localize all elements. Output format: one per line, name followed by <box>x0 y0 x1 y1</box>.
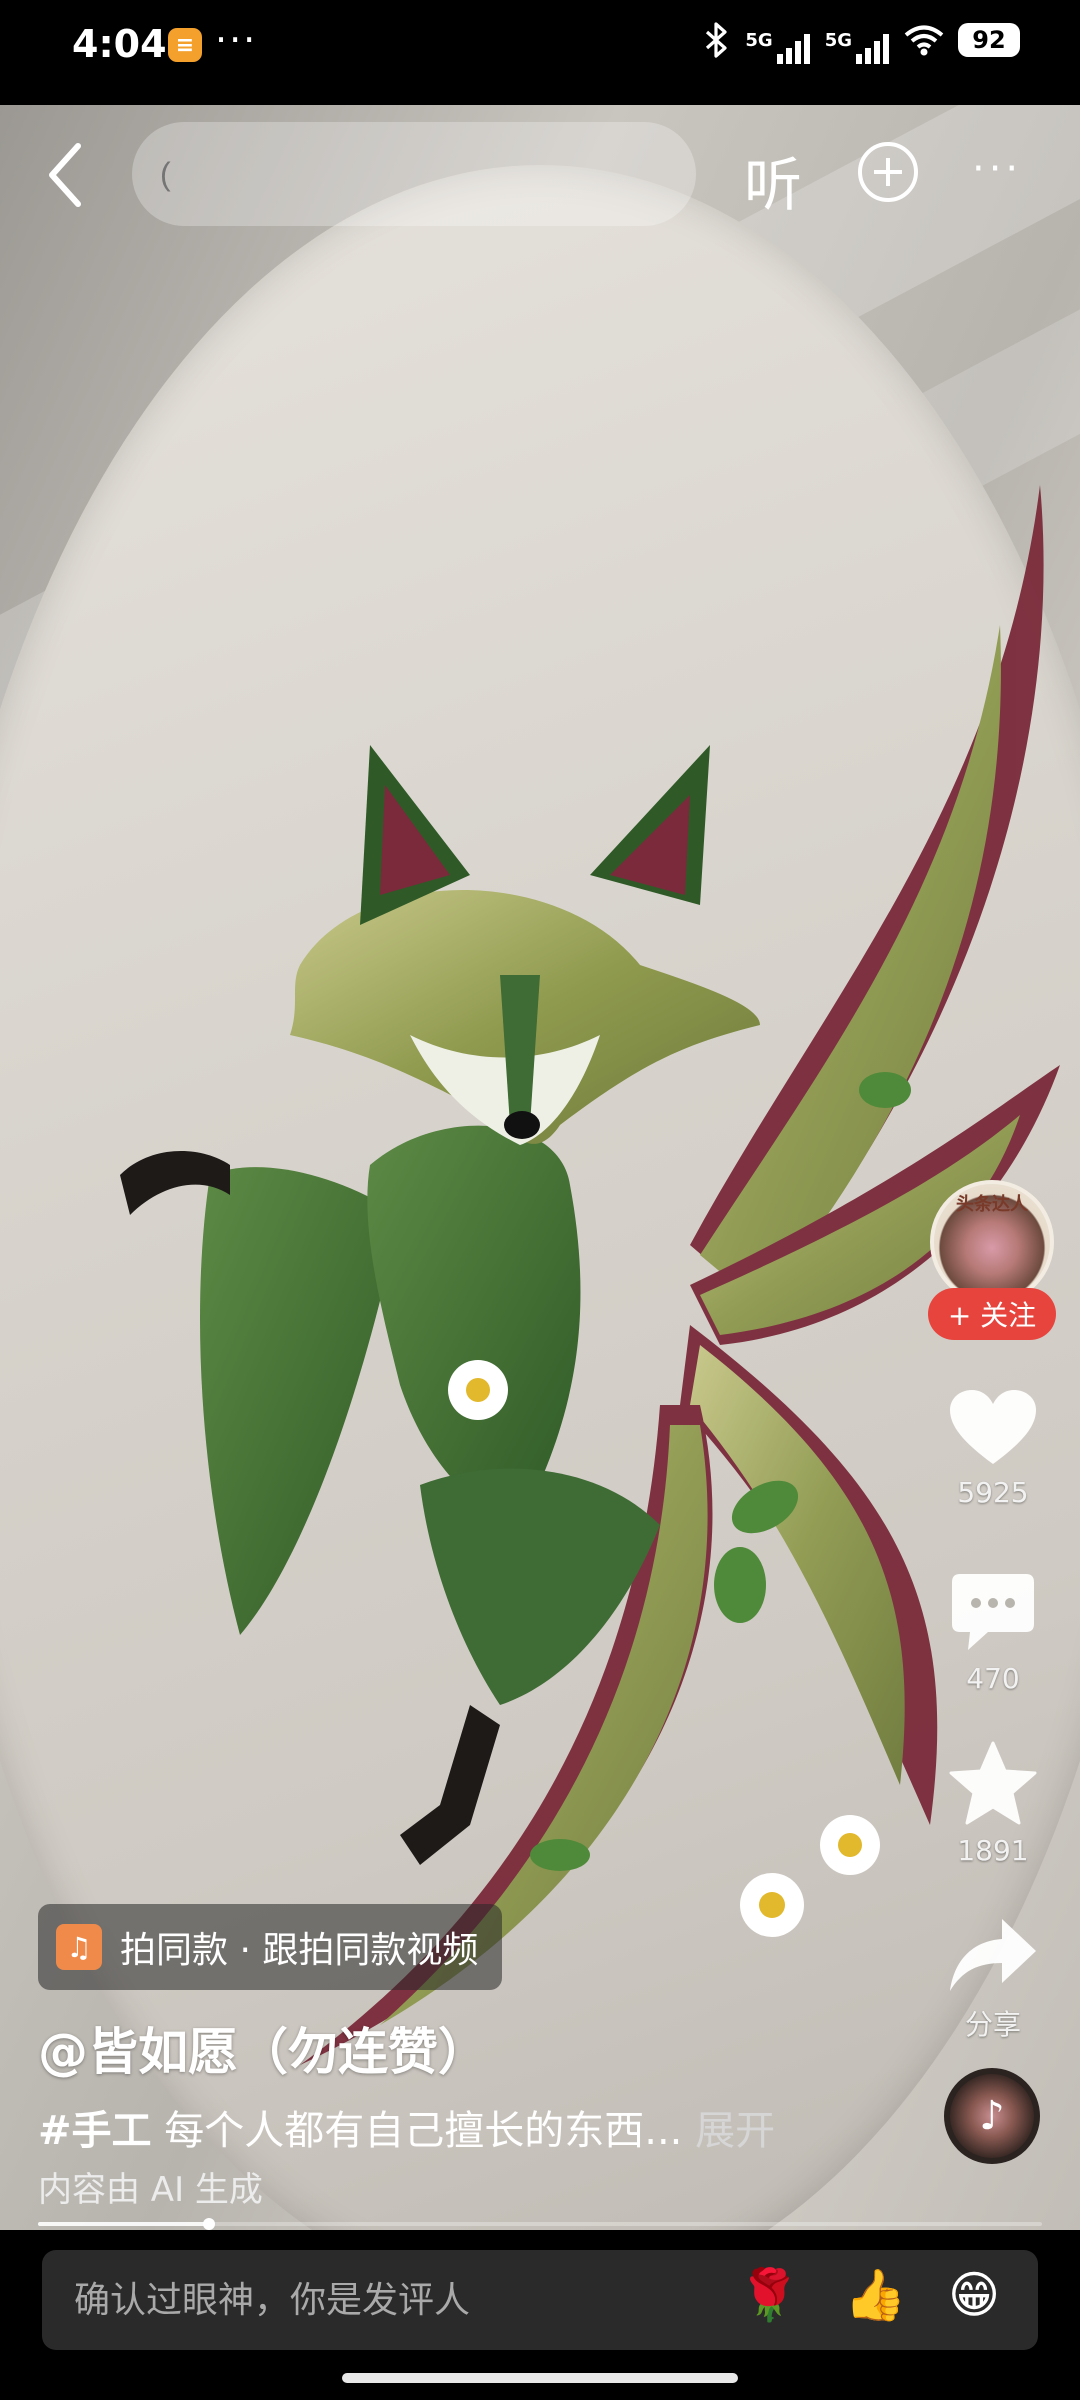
wifi-icon <box>904 25 944 56</box>
follow-button[interactable]: + 关注 <box>928 1288 1056 1340</box>
share-label: 分享 <box>964 2008 1021 2041</box>
status-more-dots: ··· <box>215 18 258 62</box>
home-indicator[interactable] <box>342 2373 738 2383</box>
status-indicators: 5G 5G 92 <box>703 22 1020 64</box>
back-button[interactable] <box>40 140 92 210</box>
same-style-button[interactable]: ♫ 拍同款 · 跟拍同款视频 <box>38 1904 503 1990</box>
share-button[interactable]: 分享 <box>930 1915 1056 2043</box>
bluetooth-icon <box>706 22 727 58</box>
music-note-icon: ♪ <box>979 2093 1005 2139</box>
favorite-button[interactable]: 1891 <box>930 1740 1056 1867</box>
like-button[interactable]: 5925 <box>930 1388 1056 1509</box>
same-style-label: 拍同款 · 跟拍同款视频 <box>120 1930 479 1971</box>
author-name[interactable]: @皆如愿（勿连赞） <box>38 2012 488 2084</box>
signal-bars-icon <box>776 33 810 64</box>
listen-button[interactable]: 听 <box>744 138 802 222</box>
cell-signal-1: 5G <box>745 30 810 64</box>
hashtag-link[interactable]: #手工 <box>38 2108 152 2154</box>
music-note-icon: ♫ <box>56 1924 102 1970</box>
video-progress-bar[interactable] <box>38 2218 1042 2230</box>
expand-button[interactable]: 展开 <box>682 2108 775 2154</box>
comment-bar: 🌹 👍 😁 <box>0 2230 1080 2400</box>
avatar-badge-text: 头条达人 <box>956 1194 1028 1215</box>
star-icon <box>949 1741 1037 1825</box>
comment-count: 470 <box>966 1662 1020 1695</box>
music-disc-button[interactable]: ♪ <box>944 2068 1040 2164</box>
app-notification-icon: ≡ <box>168 28 202 62</box>
caption-text: 每个人都有自己擅长的东西... <box>151 2108 683 2154</box>
status-bar: 4:04 ≡ ··· 5G 5G 92 <box>0 0 1080 100</box>
more-button[interactable]: ··· <box>972 146 1022 192</box>
comment-icon <box>952 1574 1034 1650</box>
add-button[interactable] <box>858 142 918 202</box>
signal-bars-icon <box>856 33 889 64</box>
rose-emoji-button[interactable]: 🌹 <box>738 2266 800 2325</box>
cell-signal-2: 5G <box>825 30 890 64</box>
status-time: 4:04 <box>72 22 167 66</box>
video-caption: #手工 每个人都有自己擅长的东西... 展开 <box>38 2098 775 2156</box>
favorite-count: 1891 <box>957 1834 1029 1867</box>
heart-icon <box>950 1390 1036 1464</box>
progress-knob[interactable] <box>202 2218 215 2230</box>
ai-generated-notice: 内容由 AI 生成 <box>38 2170 263 2210</box>
thumbs-up-emoji-button[interactable]: 👍 <box>844 2266 906 2325</box>
like-count: 5925 <box>957 1476 1029 1509</box>
progress-fill <box>38 2222 209 2226</box>
battery-indicator: 92 <box>958 23 1020 57</box>
comment-button[interactable]: 470 <box>930 1570 1056 1695</box>
author-avatar[interactable]: 头条达人 <box>930 1180 1054 1304</box>
search-input[interactable] <box>132 122 696 226</box>
share-arrow-icon <box>950 1919 1036 1991</box>
grin-emoji-button[interactable]: 😁 <box>948 2266 1000 2324</box>
